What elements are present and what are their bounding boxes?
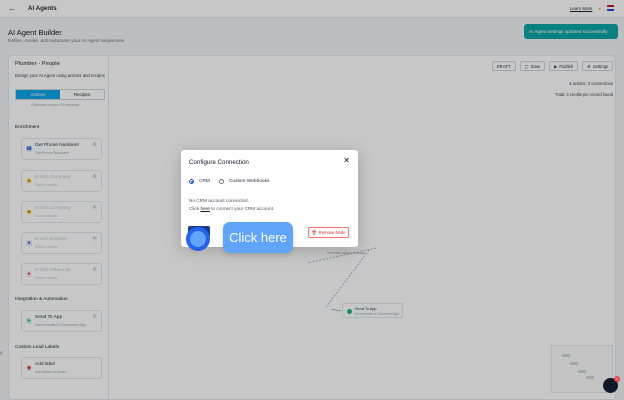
- click-here-tooltip: Click here: [223, 222, 293, 253]
- click-indicator-icon: [186, 227, 210, 251]
- crm-radio[interactable]: [189, 179, 194, 184]
- connection-type-radio-group: CRM Custom Webhooks: [189, 179, 269, 184]
- chat-support-icon[interactable]: [603, 376, 620, 393]
- modal-title: Configure Connection: [189, 159, 249, 166]
- connect-prefix: Click: [189, 205, 200, 211]
- remove-node-label: Remove Node: [318, 230, 346, 235]
- crm-radio-label[interactable]: CRM: [199, 179, 210, 184]
- no-crm-text: No CRM account connected.: [189, 198, 249, 203]
- custom-webhooks-radio-label[interactable]: Custom Webhooks: [229, 179, 269, 184]
- connect-suffix: to connect your CRM account.: [211, 205, 275, 211]
- close-icon[interactable]: ✕: [343, 156, 350, 165]
- connect-crm-text: Click here to connect your CRM account.: [189, 205, 274, 213]
- connect-crm-link[interactable]: here: [200, 206, 209, 211]
- custom-webhooks-radio[interactable]: [218, 179, 224, 184]
- crm-status-message: No CRM account connected. Click here to …: [189, 197, 274, 212]
- remove-node-button[interactable]: 🗑 Remove Node: [308, 227, 349, 238]
- trash-icon: 🗑: [311, 229, 317, 235]
